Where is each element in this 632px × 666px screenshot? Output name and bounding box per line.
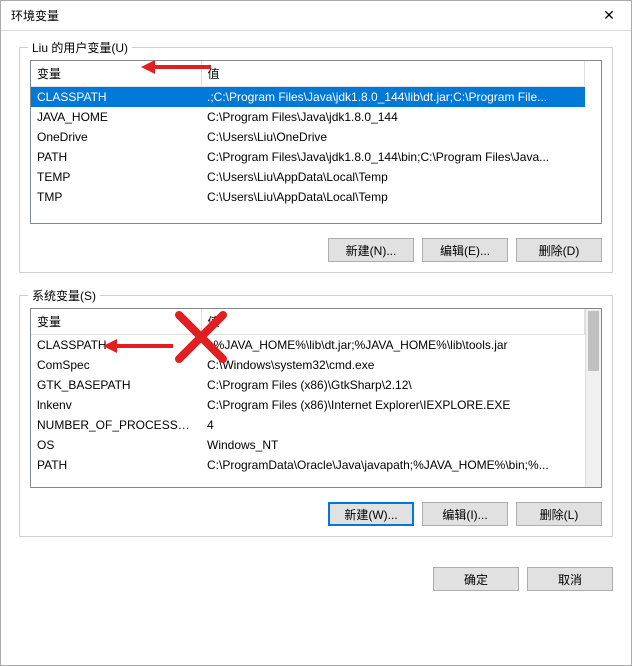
table-row[interactable]: ComSpec C:\Windows\system32\cmd.exe xyxy=(31,355,585,375)
table-row[interactable]: GTK_BASEPATH C:\Program Files (x86)\GtkS… xyxy=(31,375,585,395)
col-name[interactable]: 变量 xyxy=(31,309,201,335)
cell-name: CLASSPATH xyxy=(31,335,201,356)
cell-value: 4 xyxy=(201,415,585,435)
window-title: 环境变量 xyxy=(11,7,59,24)
cell-name: NUMBER_OF_PROCESSORS xyxy=(31,415,201,435)
table-row[interactable]: lnkenv C:\Program Files (x86)\Internet E… xyxy=(31,395,585,415)
user-vars-label: Liu 的用户变量(U) xyxy=(28,39,132,56)
cell-value: C:\Program Files (x86)\GtkSharp\2.12\ xyxy=(201,375,585,395)
cell-value: C:\ProgramData\Oracle\Java\javapath;%JAV… xyxy=(201,455,585,475)
cell-name: PATH xyxy=(31,147,201,167)
cancel-button[interactable]: 取消 xyxy=(527,567,613,591)
cell-value: C:\Users\Liu\AppData\Local\Temp xyxy=(201,187,585,207)
ok-button[interactable]: 确定 xyxy=(433,567,519,591)
cell-name: TEMP xyxy=(31,167,201,187)
delete-user-var-button[interactable]: 删除(D) xyxy=(516,238,602,262)
col-value[interactable]: 值 xyxy=(201,309,585,335)
cell-name: TMP xyxy=(31,187,201,207)
cell-value: Windows_NT xyxy=(201,435,585,455)
cell-value: .;C:\Program Files\Java\jdk1.8.0_144\lib… xyxy=(201,87,585,108)
content-area: Liu 的用户变量(U) 变量 值 CLASSPATH .;C:\Program… xyxy=(1,31,631,537)
col-value[interactable]: 值 xyxy=(201,61,585,87)
new-system-var-button[interactable]: 新建(W)... xyxy=(328,502,414,526)
table-row[interactable]: OS Windows_NT xyxy=(31,435,585,455)
system-vars-group: 系统变量(S) 变量 值 CLASSPATH .;%JAVA_HOME%\lib… xyxy=(19,295,613,537)
cell-name: JAVA_HOME xyxy=(31,107,201,127)
close-button[interactable]: ✕ xyxy=(587,2,631,30)
table-row[interactable]: TMP C:\Users\Liu\AppData\Local\Temp xyxy=(31,187,585,207)
scrollbar-thumb[interactable] xyxy=(588,311,599,371)
cell-value: C:\Users\Liu\OneDrive xyxy=(201,127,585,147)
cell-value: C:\Users\Liu\AppData\Local\Temp xyxy=(201,167,585,187)
table-row[interactable]: NUMBER_OF_PROCESSORS 4 xyxy=(31,415,585,435)
cell-value: C:\Program Files\Java\jdk1.8.0_144\bin;C… xyxy=(201,147,585,167)
titlebar: 环境变量 ✕ xyxy=(1,1,631,31)
dialog-footer: 确定 取消 xyxy=(1,559,631,605)
col-name[interactable]: 变量 xyxy=(31,61,201,87)
table-row[interactable]: JAVA_HOME C:\Program Files\Java\jdk1.8.0… xyxy=(31,107,585,127)
system-vars-buttons: 新建(W)... 编辑(I)... 删除(L) xyxy=(30,502,602,526)
cell-name: ComSpec xyxy=(31,355,201,375)
table-row[interactable]: TEMP C:\Users\Liu\AppData\Local\Temp xyxy=(31,167,585,187)
close-icon: ✕ xyxy=(603,7,615,24)
table-header-row: 变量 值 xyxy=(31,309,585,335)
edit-user-var-button[interactable]: 编辑(E)... xyxy=(422,238,508,262)
table-row[interactable]: OneDrive C:\Users\Liu\OneDrive xyxy=(31,127,585,147)
cell-value: C:\Program Files\Java\jdk1.8.0_144 xyxy=(201,107,585,127)
cell-value: .;%JAVA_HOME%\lib\dt.jar;%JAVA_HOME%\lib… xyxy=(201,335,585,356)
system-vars-table[interactable]: 变量 值 CLASSPATH .;%JAVA_HOME%\lib\dt.jar;… xyxy=(30,308,602,488)
cell-name: OneDrive xyxy=(31,127,201,147)
cell-value: C:\Program Files (x86)\Internet Explorer… xyxy=(201,395,585,415)
env-vars-dialog: 环境变量 ✕ Liu 的用户变量(U) 变量 值 CLASS xyxy=(0,0,632,666)
table-row[interactable]: CLASSPATH .;%JAVA_HOME%\lib\dt.jar;%JAVA… xyxy=(31,335,585,356)
delete-system-var-button[interactable]: 删除(L) xyxy=(516,502,602,526)
cell-name: PATH xyxy=(31,455,201,475)
edit-system-var-button[interactable]: 编辑(I)... xyxy=(422,502,508,526)
new-user-var-button[interactable]: 新建(N)... xyxy=(328,238,414,262)
cell-name: OS xyxy=(31,435,201,455)
user-vars-buttons: 新建(N)... 编辑(E)... 删除(D) xyxy=(30,238,602,262)
cell-name: lnkenv xyxy=(31,395,201,415)
user-vars-group: Liu 的用户变量(U) 变量 值 CLASSPATH .;C:\Program… xyxy=(19,47,613,273)
scrollbar[interactable] xyxy=(585,309,601,487)
cell-name: GTK_BASEPATH xyxy=(31,375,201,395)
cell-name: CLASSPATH xyxy=(31,87,201,108)
system-vars-label: 系统变量(S) xyxy=(28,287,100,304)
table-row[interactable]: CLASSPATH .;C:\Program Files\Java\jdk1.8… xyxy=(31,87,585,108)
table-header-row: 变量 值 xyxy=(31,61,585,87)
cell-value: C:\Windows\system32\cmd.exe xyxy=(201,355,585,375)
table-row[interactable]: PATH C:\Program Files\Java\jdk1.8.0_144\… xyxy=(31,147,585,167)
table-row[interactable]: PATH C:\ProgramData\Oracle\Java\javapath… xyxy=(31,455,585,475)
user-vars-table[interactable]: 变量 值 CLASSPATH .;C:\Program Files\Java\j… xyxy=(30,60,602,224)
